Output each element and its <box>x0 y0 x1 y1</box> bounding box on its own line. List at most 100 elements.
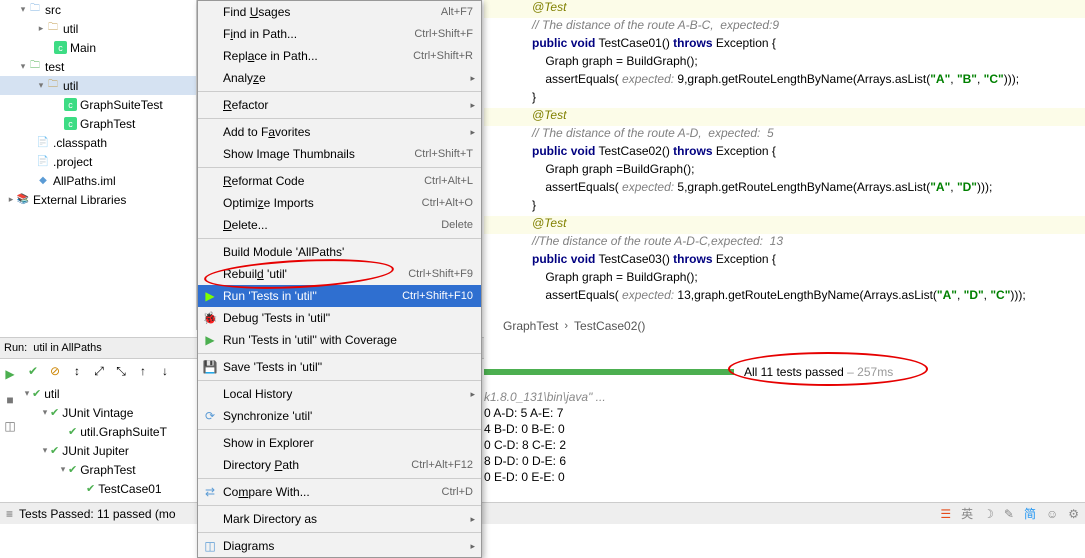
tree-iml[interactable]: ◆AllPaths.iml <box>0 171 196 190</box>
project-tree[interactable]: ▾🗀src ▸🗀util cMain ▾🗀test ▾🗀util cGraphS… <box>0 0 197 330</box>
test-jupiter[interactable]: ▾✔JUnit Jupiter <box>22 441 222 460</box>
console-output[interactable]: k1.8.0_131\bin\java" ... 0 A-D: 5 A-E: 7… <box>484 390 1085 486</box>
menu-replace-in-path[interactable]: Replace in Path...Ctrl+Shift+R <box>198 45 481 67</box>
code-line[interactable]: assertEquals( expected: 5,graph.getRoute… <box>484 180 1085 198</box>
code-line[interactable]: public void TestCase03() throws Exceptio… <box>484 252 1085 270</box>
tray-icon[interactable]: ☰ <box>940 507 951 521</box>
test-result-bar: All 11 tests passed – 257ms <box>484 364 1071 380</box>
menu-debug-tests[interactable]: 🐞Debug 'Tests in 'util'' <box>198 307 481 329</box>
pass-icon[interactable]: ✔ <box>22 360 44 382</box>
crumb-method[interactable]: TestCase02() <box>568 319 651 333</box>
tree-src[interactable]: ▾🗀src <box>0 0 196 19</box>
status-icon: ≡ <box>6 507 13 521</box>
collapse-icon[interactable]: ⤡ <box>110 360 132 382</box>
tree-classpath[interactable]: 📄.classpath <box>0 133 196 152</box>
rerun-icon[interactable]: ▶ <box>0 364 20 384</box>
code-line[interactable]: public void TestCase02() throws Exceptio… <box>484 144 1085 162</box>
next-icon[interactable]: ↓ <box>154 360 176 382</box>
menu-diagrams[interactable]: ◫Diagrams▸ <box>198 535 481 557</box>
breadcrumb[interactable]: GraphTest›TestCase02() <box>497 316 651 336</box>
tray-icon[interactable]: 英 <box>961 505 973 522</box>
menu-coverage[interactable]: ▶Run 'Tests in 'util'' with Coverage <box>198 329 481 351</box>
tree-graphsuitetest[interactable]: cGraphSuiteTest <box>0 95 196 114</box>
code-line[interactable]: } <box>484 198 1085 216</box>
code-line[interactable]: Graph graph = BuildGraph(); <box>484 270 1085 288</box>
tree-util-test[interactable]: ▾🗀util <box>0 76 196 95</box>
status-text: Tests Passed: 11 passed (mo <box>19 507 176 521</box>
crumb-class[interactable]: GraphTest <box>497 319 564 333</box>
console-line: k1.8.0_131\bin\java" ... <box>484 390 1085 406</box>
menu-rebuild[interactable]: Rebuild 'util'Ctrl+Shift+F9 <box>198 263 481 285</box>
prev-icon[interactable]: ↑ <box>132 360 154 382</box>
diagrams-icon: ◫ <box>202 538 218 554</box>
code-line[interactable]: // The distance of the route A-B-C, expe… <box>484 18 1085 36</box>
sync-icon: ⟳ <box>202 408 218 424</box>
tree-project[interactable]: 📄.project <box>0 152 196 171</box>
system-tray: ☰ 英 ☽ ✎ 简 ☺ ⚙ <box>940 505 1079 522</box>
code-line[interactable]: @Test <box>484 108 1085 126</box>
sort-icon[interactable]: ↕ <box>66 360 88 382</box>
test-vintage[interactable]: ▾✔JUnit Vintage <box>22 403 222 422</box>
console-line: 0 A-D: 5 A-E: 7 <box>484 406 1085 422</box>
pass-time: – 257ms <box>844 365 893 379</box>
run-gutter: ▶ ■ ◫ <box>0 364 20 442</box>
run-config-name: util in AllPaths <box>33 342 101 354</box>
menu-directory-path[interactable]: Directory PathCtrl+Alt+F12 <box>198 454 481 476</box>
menu-delete[interactable]: Delete...Delete <box>198 214 481 236</box>
console-line: 0 E-D: 0 E-E: 0 <box>484 470 1085 486</box>
test-root[interactable]: ▾✔util <box>22 384 222 403</box>
code-editor[interactable]: @Test// The distance of the route A-B-C,… <box>484 0 1085 312</box>
tray-icon[interactable]: 简 <box>1024 505 1036 522</box>
status-bar: ≡ Tests Passed: 11 passed (mo <box>0 502 1085 524</box>
layout-icon[interactable]: ◫ <box>0 416 20 436</box>
tray-icon[interactable]: ⚙ <box>1068 507 1079 521</box>
tree-main[interactable]: cMain <box>0 38 196 57</box>
tree-util[interactable]: ▸🗀util <box>0 19 196 38</box>
save-icon: 💾 <box>202 359 218 375</box>
test-graphsuite[interactable]: ✔util.GraphSuiteT <box>22 422 222 441</box>
stop-icon[interactable]: ■ <box>0 390 20 410</box>
tree-graphtest[interactable]: cGraphTest <box>0 114 196 133</box>
code-line[interactable]: Graph graph = BuildGraph(); <box>484 54 1085 72</box>
menu-build-module[interactable]: Build Module 'AllPaths' <box>198 241 481 263</box>
code-line[interactable]: assertEquals( expected: 13,graph.getRout… <box>484 288 1085 306</box>
menu-run-tests[interactable]: ▶Run 'Tests in 'util''Ctrl+Shift+F10 <box>198 285 481 307</box>
code-line[interactable]: @Test <box>484 0 1085 18</box>
code-line[interactable]: // The distance of the route A-D, expect… <box>484 126 1085 144</box>
menu-add-favorites[interactable]: Add to Favorites▸ <box>198 121 481 143</box>
menu-analyze[interactable]: Analyze▸ <box>198 67 481 89</box>
menu-show-in-explorer[interactable]: Show in Explorer <box>198 432 481 454</box>
menu-local-history[interactable]: Local History▸ <box>198 383 481 405</box>
code-line[interactable]: assertEquals( expected: 9,graph.getRoute… <box>484 72 1085 90</box>
menu-show-thumbnails[interactable]: Show Image ThumbnailsCtrl+Shift+T <box>198 143 481 165</box>
code-line[interactable]: //The distance of the route A-D-C,expect… <box>484 234 1085 252</box>
test-graphtest[interactable]: ▾✔GraphTest <box>22 460 222 479</box>
menu-reformat[interactable]: Reformat CodeCtrl+Alt+L <box>198 170 481 192</box>
code-line[interactable]: public void TestCase01() throws Exceptio… <box>484 36 1085 54</box>
menu-synchronize[interactable]: ⟳Synchronize 'util' <box>198 405 481 427</box>
tray-icon[interactable]: ☺ <box>1046 507 1058 521</box>
code-line[interactable]: Graph graph =BuildGraph(); <box>484 162 1085 180</box>
menu-find-usages[interactable]: Find UsagesAlt+F7 <box>198 1 481 23</box>
menu-find-in-path[interactable]: Find in Path...Ctrl+Shift+F <box>198 23 481 45</box>
console-line: 8 D-D: 0 D-E: 6 <box>484 454 1085 470</box>
coverage-icon: ▶ <box>202 332 218 348</box>
test-case01[interactable]: ✔TestCase01 <box>22 479 222 498</box>
context-menu: Find UsagesAlt+F7 Find in Path...Ctrl+Sh… <box>197 0 482 558</box>
pass-text: All 11 tests passed <box>744 365 844 379</box>
run-icon: ▶ <box>202 288 218 304</box>
expand-icon[interactable]: ⤢ <box>88 360 110 382</box>
tree-test[interactable]: ▾🗀test <box>0 57 196 76</box>
menu-mark-directory[interactable]: Mark Directory as▸ <box>198 508 481 530</box>
fail-icon[interactable]: ⊘ <box>44 360 66 382</box>
code-line[interactable]: } <box>484 90 1085 108</box>
menu-save-tests[interactable]: 💾Save 'Tests in 'util'' <box>198 356 481 378</box>
tree-external-libs[interactable]: ▸📚External Libraries <box>0 190 196 209</box>
menu-refactor[interactable]: Refactor▸ <box>198 94 481 116</box>
code-line[interactable]: @Test <box>484 216 1085 234</box>
tray-icon[interactable]: ☽ <box>983 507 994 521</box>
tray-icon[interactable]: ✎ <box>1004 507 1014 521</box>
menu-compare[interactable]: ⇄Compare With...Ctrl+D <box>198 481 481 503</box>
test-tree[interactable]: ▾✔util ▾✔JUnit Vintage ✔util.GraphSuiteT… <box>22 384 222 498</box>
menu-optimize-imports[interactable]: Optimize ImportsCtrl+Alt+O <box>198 192 481 214</box>
